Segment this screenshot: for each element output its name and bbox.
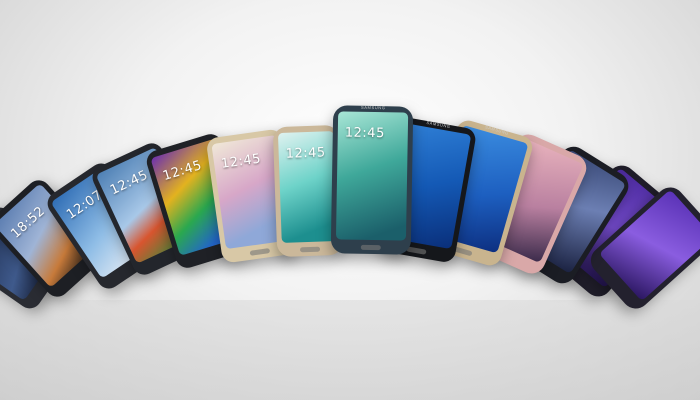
phone: SAMSUNG 12:45 (330, 104, 414, 255)
phone-home-button (360, 244, 381, 251)
phone-clock: 12:45 (107, 167, 151, 199)
phone-clock: 18:52 (8, 203, 49, 242)
phone-clock: 12:45 (285, 145, 326, 162)
phone-home-button (249, 248, 271, 256)
phone-screen: 12:45 (277, 131, 338, 243)
phone-brand-label: SAMSUNG (361, 104, 386, 111)
phone-clock: 12:45 (220, 151, 262, 172)
phone-clock: 12:45 (161, 157, 204, 185)
phone-clock: 12:45 (344, 125, 385, 142)
photo-stage: 18:52 12:07 12:45 12:45 12:45 12:45 SAMS… (0, 0, 700, 400)
phone-home-button (299, 246, 321, 253)
phone-home-button (406, 246, 427, 255)
phone-screen: 12:45 (335, 111, 409, 241)
